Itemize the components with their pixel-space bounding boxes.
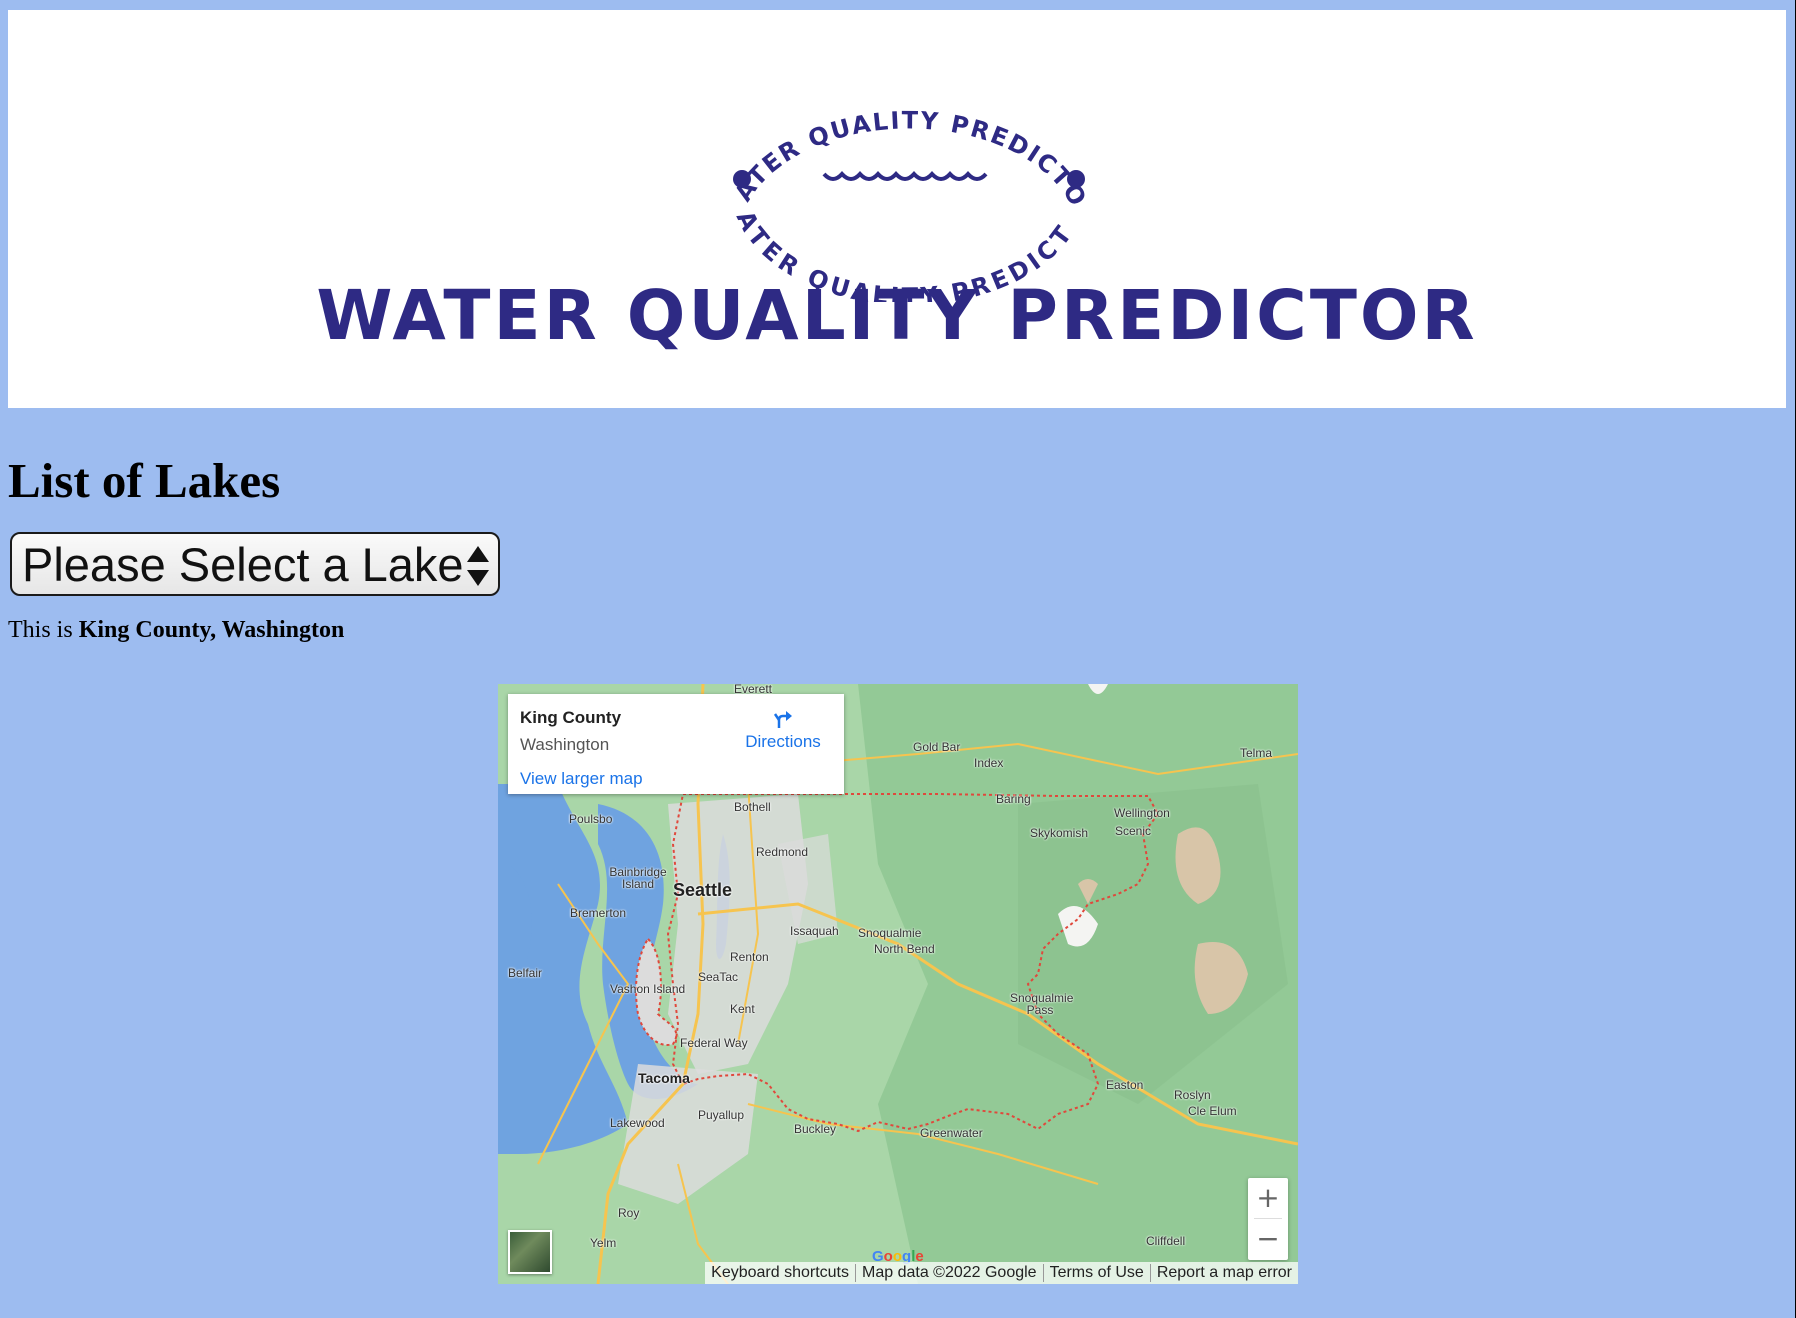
map-label: Buckley (794, 1122, 837, 1136)
lake-select-value: Please Select a Lake (22, 537, 464, 591)
map-label: Snoqualmie (858, 926, 922, 940)
directions-label: Directions (745, 732, 821, 751)
keyboard-shortcuts-link[interactable]: Keyboard shortcuts (705, 1264, 856, 1282)
map-label: Baring (996, 792, 1031, 806)
map-label: Yelm (590, 1236, 617, 1250)
map-label: Scenic (1115, 824, 1152, 838)
map-label: Kent (730, 1002, 755, 1016)
map-label: Wellington (1114, 806, 1170, 820)
report-map-error-link[interactable]: Report a map error (1151, 1264, 1298, 1282)
terms-of-use-link[interactable]: Terms of Use (1044, 1264, 1151, 1282)
county-name: King County, Washington (78, 617, 345, 643)
zoom-out-button[interactable]: − (1248, 1219, 1288, 1259)
map-label: Poulsbo (569, 812, 613, 826)
map-label: Greenwater (920, 1126, 983, 1140)
map-data-credit: Map data ©2022 Google (856, 1264, 1044, 1282)
map-label: Roslyn (1174, 1088, 1211, 1102)
map-label: Issaquah (790, 924, 839, 938)
page-title: List of Lakes (8, 453, 281, 508)
map-label: Bainbridge Island (609, 865, 667, 891)
map-label: Vashon Island (610, 982, 686, 996)
map-label: Cliffdell (1146, 1234, 1186, 1248)
zoom-controls: + − (1248, 1178, 1288, 1260)
satellite-toggle[interactable] (508, 1230, 552, 1274)
map-label: Index (974, 756, 1004, 770)
map-label: Bothell (734, 800, 771, 814)
map-label: Redmond (756, 845, 809, 859)
map-label-city: Tacoma (638, 1070, 690, 1086)
map-label: Easton (1106, 1078, 1144, 1092)
view-larger-map-link[interactable]: View larger map (520, 769, 643, 789)
place-subtitle: Washington (520, 735, 610, 754)
map-label: Skykomish (1030, 826, 1089, 840)
map-label: North Bend (874, 942, 935, 956)
water-quality-logo: WATER QUALITY PREDICTOR WATER QUALITY PR… (714, 62, 1093, 302)
zoom-in-button[interactable]: + (1248, 1178, 1288, 1218)
map-label-city: Seattle (673, 880, 733, 900)
map-label: Bremerton (570, 906, 627, 920)
updown-arrows-icon (467, 546, 489, 586)
map-attribution-bar: Keyboard shortcuts Map data ©2022 Google… (705, 1262, 1298, 1284)
map-label: Belfair (508, 966, 543, 980)
map-label: Puyallup (698, 1108, 745, 1122)
county-description: This is King County, Washington (8, 617, 344, 644)
lake-select[interactable]: Please Select a Lake (10, 532, 500, 596)
map-label: Telma (1240, 746, 1273, 760)
google-map-embed[interactable]: Everett Gold Bar Index Telma Baring Both… (498, 684, 1298, 1284)
map-label: Cle Elum (1188, 1104, 1237, 1118)
county-prefix: This is (8, 617, 73, 643)
place-info-card: King County Washington View larger map D… (508, 694, 844, 794)
svg-text:WATER QUALITY PREDICTOR: WATER QUALITY PREDICTOR (714, 62, 1093, 212)
directions-button[interactable]: Directions (738, 708, 828, 752)
map-label: Gold Bar (913, 740, 961, 754)
map-label: Lakewood (610, 1116, 665, 1130)
place-title: King County (520, 708, 622, 727)
map-label: SeaTac (698, 970, 739, 984)
app-wordmark: WATER QUALITY PREDICTOR (316, 276, 1478, 356)
header-banner: WATER QUALITY PREDICTOR WATER QUALITY PR… (8, 10, 1786, 408)
map-label: Snoqualmie Pass (1010, 991, 1074, 1017)
map-label: Renton (730, 950, 769, 964)
map-label: Roy (618, 1206, 640, 1220)
directions-icon (773, 711, 792, 728)
map-label: Federal Way (680, 1036, 748, 1050)
